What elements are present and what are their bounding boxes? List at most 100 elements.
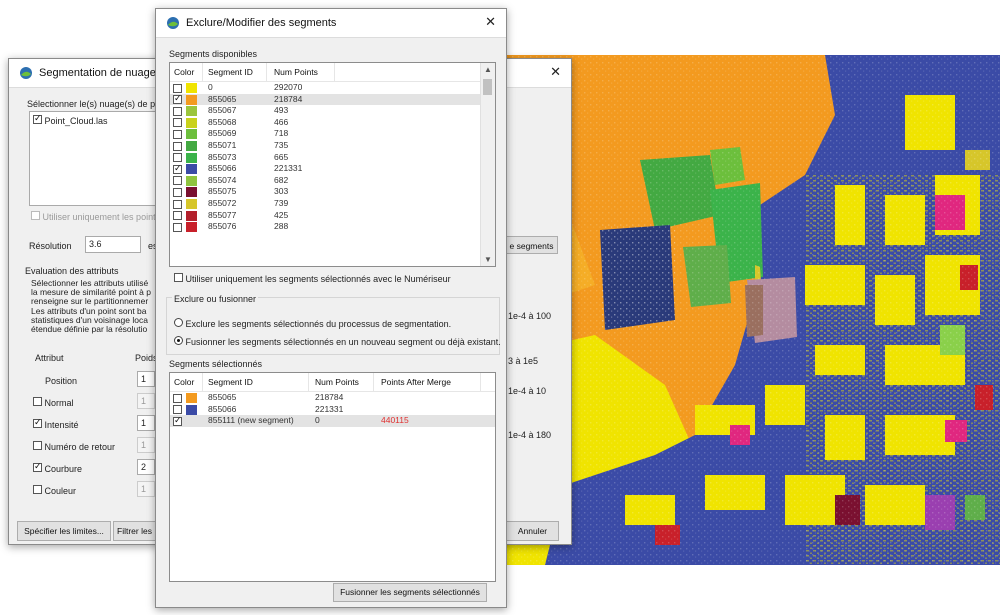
segmentation-dialog-title: Segmentation de nuage de — [39, 67, 172, 79]
num-points-cell: 425 — [274, 209, 289, 220]
attr-courbure-weight[interactable]: 2 — [137, 459, 155, 475]
merge-selected-segments-button[interactable]: Fusionner les segments sélectionnés — [333, 583, 487, 602]
cancel-button[interactable]: Annuler — [507, 521, 559, 541]
attr-position-weight[interactable]: 1 — [137, 371, 155, 387]
segment-id-column-header: Segment ID — [208, 67, 253, 77]
scroll-down-arrow-icon[interactable]: ▼ — [484, 255, 492, 264]
segment-id-cell: 855065 — [208, 392, 237, 402]
checkbox-icon[interactable] — [173, 405, 182, 415]
table-row[interactable]: 855071 735 — [170, 140, 495, 152]
table-row[interactable]: 855065 218784 — [170, 93, 495, 106]
checkbox-icon[interactable] — [173, 393, 182, 403]
attr-numero-retour-weight[interactable]: 1 — [137, 437, 155, 453]
table-row[interactable]: 855075 303 — [170, 186, 495, 198]
attr-numero-retour-label: Numéro de retour — [44, 442, 116, 452]
checkbox-icon[interactable] — [173, 93, 182, 105]
use-only-selected-label: Utiliser uniquement les segments sélecti… — [185, 274, 451, 284]
num-points-column-header: Num Points — [274, 67, 318, 77]
point-cloud-view[interactable] — [505, 55, 1000, 565]
attr-intensite-weight[interactable]: 1 — [137, 415, 155, 431]
close-icon[interactable]: ✕ — [485, 14, 496, 30]
attr-courbure-option[interactable]: Courbure — [33, 461, 82, 474]
attr-numero-retour-option[interactable]: Numéro de retour — [33, 441, 115, 452]
table-row[interactable]: 855066 221331 — [170, 404, 495, 416]
checkbox-icon[interactable] — [173, 106, 182, 116]
checkbox-icon[interactable] — [173, 211, 182, 221]
specify-limits-button[interactable]: Spécifier les limites... — [17, 521, 111, 541]
attr-couleur-label: Couleur — [44, 486, 77, 496]
scroll-up-arrow-icon[interactable]: ▲ — [484, 65, 492, 74]
segment-id-cell: 855077 — [208, 209, 237, 220]
checkbox-icon[interactable] — [173, 141, 182, 151]
color-swatch — [186, 210, 197, 221]
resolution-input[interactable]: 3.6 — [85, 236, 141, 253]
segments-button[interactable]: e segments — [506, 236, 558, 254]
color-swatch — [186, 83, 197, 93]
table-row[interactable]: 855072 739 — [170, 198, 495, 210]
cloud-list-item[interactable]: Point_Cloud.las — [33, 113, 108, 126]
radio-icon[interactable] — [174, 318, 183, 327]
checkbox-icon[interactable] — [173, 222, 182, 232]
table-row[interactable]: 855066 221331 — [170, 163, 495, 175]
checkbox-icon[interactable] — [173, 176, 182, 186]
color-swatch — [186, 164, 197, 175]
segment-id-cell: 855069 — [208, 128, 237, 139]
checkbox-icon[interactable] — [173, 83, 182, 93]
checkbox-icon[interactable] — [33, 461, 42, 472]
attr-couleur-weight[interactable]: 1 — [137, 481, 155, 497]
close-icon[interactable]: ✕ — [550, 64, 561, 80]
points-after-merge-cell: 440115 — [381, 415, 409, 426]
table-row[interactable]: 855073 665 — [170, 152, 495, 164]
checkbox-icon[interactable] — [173, 153, 182, 163]
exclude-option[interactable]: Exclure les segments sélectionnés du pro… — [174, 318, 451, 329]
table-row[interactable]: 855111 (new segment) 0 440115 — [170, 415, 495, 427]
cloud-list[interactable]: Point_Cloud.las — [29, 111, 159, 206]
segment-id-cell: 855066 — [208, 163, 237, 174]
table-row[interactable]: 0 292070 — [170, 82, 495, 94]
merge-option[interactable]: Fusionner les segments sélectionnés en u… — [174, 336, 501, 347]
attr-normal-option[interactable]: Normal — [33, 397, 74, 408]
selected-segments-table[interactable]: Color Segment ID Num Points Points After… — [169, 372, 496, 582]
table-row[interactable]: 855074 682 — [170, 175, 495, 187]
filter-button[interactable]: Filtrer les — [113, 521, 159, 541]
table-row[interactable]: 855068 466 — [170, 117, 495, 129]
checkbox-icon[interactable] — [33, 417, 42, 428]
range-label: 1e-4 à 10 — [508, 386, 547, 396]
checkbox-icon[interactable] — [173, 199, 182, 209]
table-row[interactable]: 855065 218784 — [170, 392, 495, 404]
app-logo-icon — [20, 67, 32, 79]
segment-id-cell: 855076 — [208, 221, 237, 232]
checkbox-icon[interactable] — [33, 441, 42, 450]
table-row[interactable]: 855076 288 — [170, 221, 495, 233]
use-only-selected-option[interactable]: Utiliser uniquement les segments sélecti… — [174, 273, 451, 284]
table-row[interactable]: 855077 425 — [170, 210, 495, 222]
segment-id-cell: 0 — [208, 82, 213, 92]
num-points-cell: 466 — [274, 116, 289, 127]
attr-normal-weight[interactable]: 1 — [137, 393, 155, 409]
checkbox-icon[interactable] — [173, 118, 182, 128]
scroll-thumb[interactable] — [483, 79, 492, 95]
num-points-cell: 303 — [274, 186, 289, 197]
attr-couleur-option[interactable]: Couleur — [33, 485, 76, 496]
checkbox-icon[interactable] — [173, 163, 182, 174]
checkbox-icon[interactable] — [173, 129, 182, 139]
use-only-points-option[interactable]: Utiliser uniquement les points — [31, 211, 160, 222]
radio-icon[interactable] — [174, 336, 183, 345]
checkbox-icon[interactable] — [33, 397, 42, 406]
color-swatch — [186, 94, 197, 105]
num-points-cell: 292070 — [274, 82, 303, 92]
color-column-header: Color — [174, 377, 195, 387]
table-row[interactable]: 855069 718 — [170, 128, 495, 140]
available-scrollbar[interactable]: ▲ ▼ — [480, 63, 495, 266]
checkbox-icon[interactable] — [33, 485, 42, 494]
attr-intensite-option[interactable]: Intensité — [33, 417, 79, 430]
checkbox-icon[interactable] — [33, 113, 42, 124]
attr-normal-label: Normal — [44, 398, 74, 408]
checkbox-icon[interactable] — [31, 211, 40, 220]
table-row[interactable]: 855067 493 — [170, 105, 495, 117]
checkbox-icon[interactable] — [173, 187, 182, 197]
checkbox-icon[interactable] — [174, 273, 183, 282]
available-segments-table[interactable]: Color Segment ID Num Points 029207085506… — [169, 62, 496, 267]
checkbox-icon[interactable] — [173, 415, 182, 426]
num-points-cell: 218784 — [274, 93, 303, 104]
